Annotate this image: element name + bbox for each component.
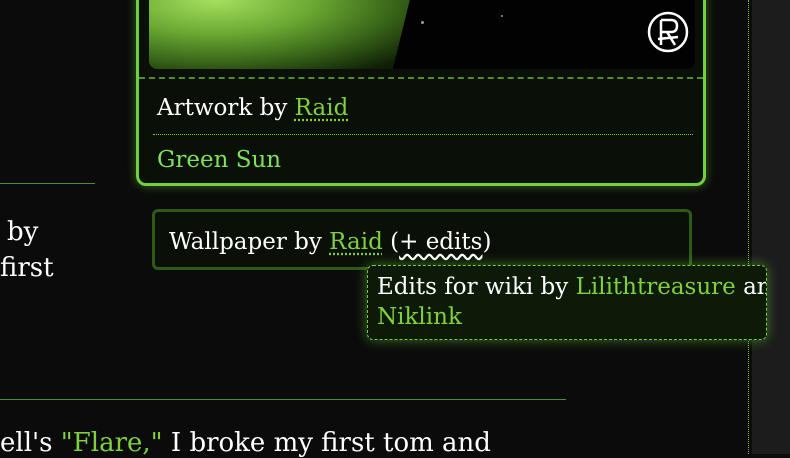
body-text-fragment: by xyxy=(7,217,39,247)
green-sun-glow xyxy=(149,0,414,69)
wallpaper-credit-box: Wallpaper by Raid (+ edits) xyxy=(152,209,692,270)
paren-close: ) xyxy=(482,229,492,255)
section-divider xyxy=(0,183,95,184)
divider xyxy=(139,77,703,79)
artwork-title: Green Sun xyxy=(157,147,282,173)
user-link-lilithtreasure[interactable]: Lilithtreasure xyxy=(576,274,736,300)
edits-tooltip: Edits for wiki by Lilithtreasure and Nik… xyxy=(367,265,767,340)
tooltip-prefix: Edits for wiki by xyxy=(377,274,569,300)
artist-link[interactable]: Raid xyxy=(295,95,349,121)
artwork-credit: Artwork by Raid xyxy=(157,95,348,121)
star xyxy=(421,21,424,24)
wallpaper-prefix: Wallpaper by xyxy=(169,229,322,255)
tooltip-joiner: and xyxy=(743,274,766,300)
content-border-line xyxy=(748,0,749,454)
wallpaper-artist-link[interactable]: Raid xyxy=(329,229,383,255)
user-link-niklink[interactable]: Niklink xyxy=(377,304,462,330)
edits-toggle[interactable]: + edits xyxy=(399,229,482,255)
divider xyxy=(153,134,693,135)
artist-rune-icon xyxy=(647,11,689,53)
artwork-infobox: Artwork by Raid Green Sun xyxy=(136,0,706,186)
paren-open: ( xyxy=(390,229,400,255)
star xyxy=(501,15,503,17)
credit-prefix: Artwork by xyxy=(157,95,288,121)
green-sun-artwork xyxy=(149,0,695,69)
page-scrollbar[interactable] xyxy=(752,0,790,454)
body-text-fragment: first xyxy=(0,253,54,283)
section-divider xyxy=(0,399,566,400)
